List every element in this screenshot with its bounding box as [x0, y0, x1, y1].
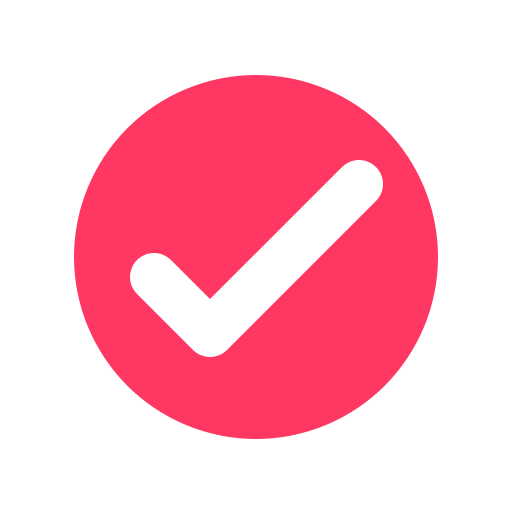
app-icon-canvas [0, 0, 512, 512]
checkmark-circle-svg [74, 75, 438, 439]
checkmark-circle-icon [0, 0, 512, 512]
